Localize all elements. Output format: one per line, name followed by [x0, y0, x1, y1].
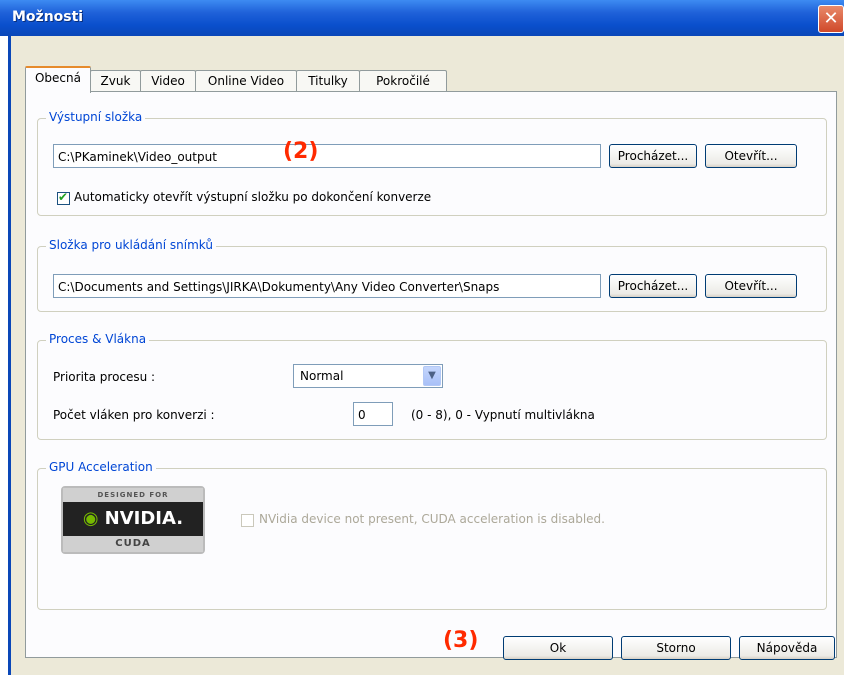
close-button[interactable]: ✕	[818, 5, 844, 33]
threads-hint: (0 - 8), 0 - Vypnutí multivlákna	[411, 408, 595, 422]
gpu-acceleration-legend: GPU Acceleration	[46, 460, 156, 474]
cancel-button[interactable]: Storno	[621, 636, 731, 660]
chevron-down-icon[interactable]: ▼	[423, 366, 441, 386]
nvidia-eye-icon: ◉	[82, 508, 99, 529]
help-button[interactable]: Nápověda	[739, 636, 835, 660]
annotation-2: (2)	[283, 139, 319, 164]
auto-open-label: Automaticky otevřít výstupní složku po d…	[74, 190, 432, 204]
nvidia-cuda-logo: DESIGNED FOR ◉ NVIDIA. CUDA	[61, 486, 205, 554]
window-title: Možnosti	[12, 9, 84, 25]
tab-video[interactable]: Video	[140, 70, 196, 91]
priority-label: Priorita procesu :	[53, 370, 156, 384]
cuda-label: NVidia device not present, CUDA accelera…	[259, 512, 605, 526]
process-threads-group: Proces & Vlákna	[37, 332, 827, 440]
priority-select[interactable]: Normal ▼	[293, 364, 443, 388]
tab-online-video[interactable]: Online Video	[195, 70, 297, 91]
annotation-3: (3)	[443, 628, 479, 653]
title-bar[interactable]: Možnosti ✕	[0, 0, 844, 36]
priority-value: Normal	[300, 369, 344, 383]
logo-brand-text: NVIDIA.	[104, 508, 184, 529]
auto-open-checkbox[interactable]	[57, 190, 70, 205]
output-browse-button[interactable]: Procházet...	[609, 144, 697, 168]
threads-label: Počet vláken pro konverzi :	[53, 408, 215, 422]
threads-input[interactable]: 0	[353, 402, 393, 426]
snapshot-open-button[interactable]: Otevřít...	[705, 274, 797, 298]
snapshot-folder-legend: Složka pro ukládání snímků	[46, 238, 216, 252]
output-open-button[interactable]: Otevřít...	[705, 144, 797, 168]
logo-bottom-text: CUDA	[63, 536, 203, 552]
output-folder-legend: Výstupní složka	[46, 110, 146, 124]
dialog-body: Obecná Zvuk Video Online Video Titulky P…	[8, 36, 844, 675]
logo-top-text: DESIGNED FOR	[63, 488, 203, 502]
output-folder-path-input[interactable]: C:\PKaminek\Video_output	[53, 144, 601, 168]
tab-pokrocile[interactable]: Pokročilé	[359, 70, 447, 91]
options-dialog: Možnosti ✕ Obecná Zvuk Video Online Vide…	[0, 0, 844, 675]
tab-titulky[interactable]: Titulky	[296, 70, 360, 91]
tab-zvuk[interactable]: Zvuk	[90, 70, 141, 91]
process-threads-legend: Proces & Vlákna	[46, 332, 150, 346]
cuda-checkbox[interactable]	[241, 514, 254, 527]
logo-mid: ◉ NVIDIA.	[63, 502, 203, 536]
snapshot-folder-path-input[interactable]: C:\Documents and Settings\JIRKA\Dokument…	[53, 274, 601, 298]
snapshot-browse-button[interactable]: Procházet...	[609, 274, 697, 298]
tab-obecna[interactable]: Obecná	[25, 66, 91, 93]
ok-button[interactable]: Ok	[503, 636, 613, 660]
